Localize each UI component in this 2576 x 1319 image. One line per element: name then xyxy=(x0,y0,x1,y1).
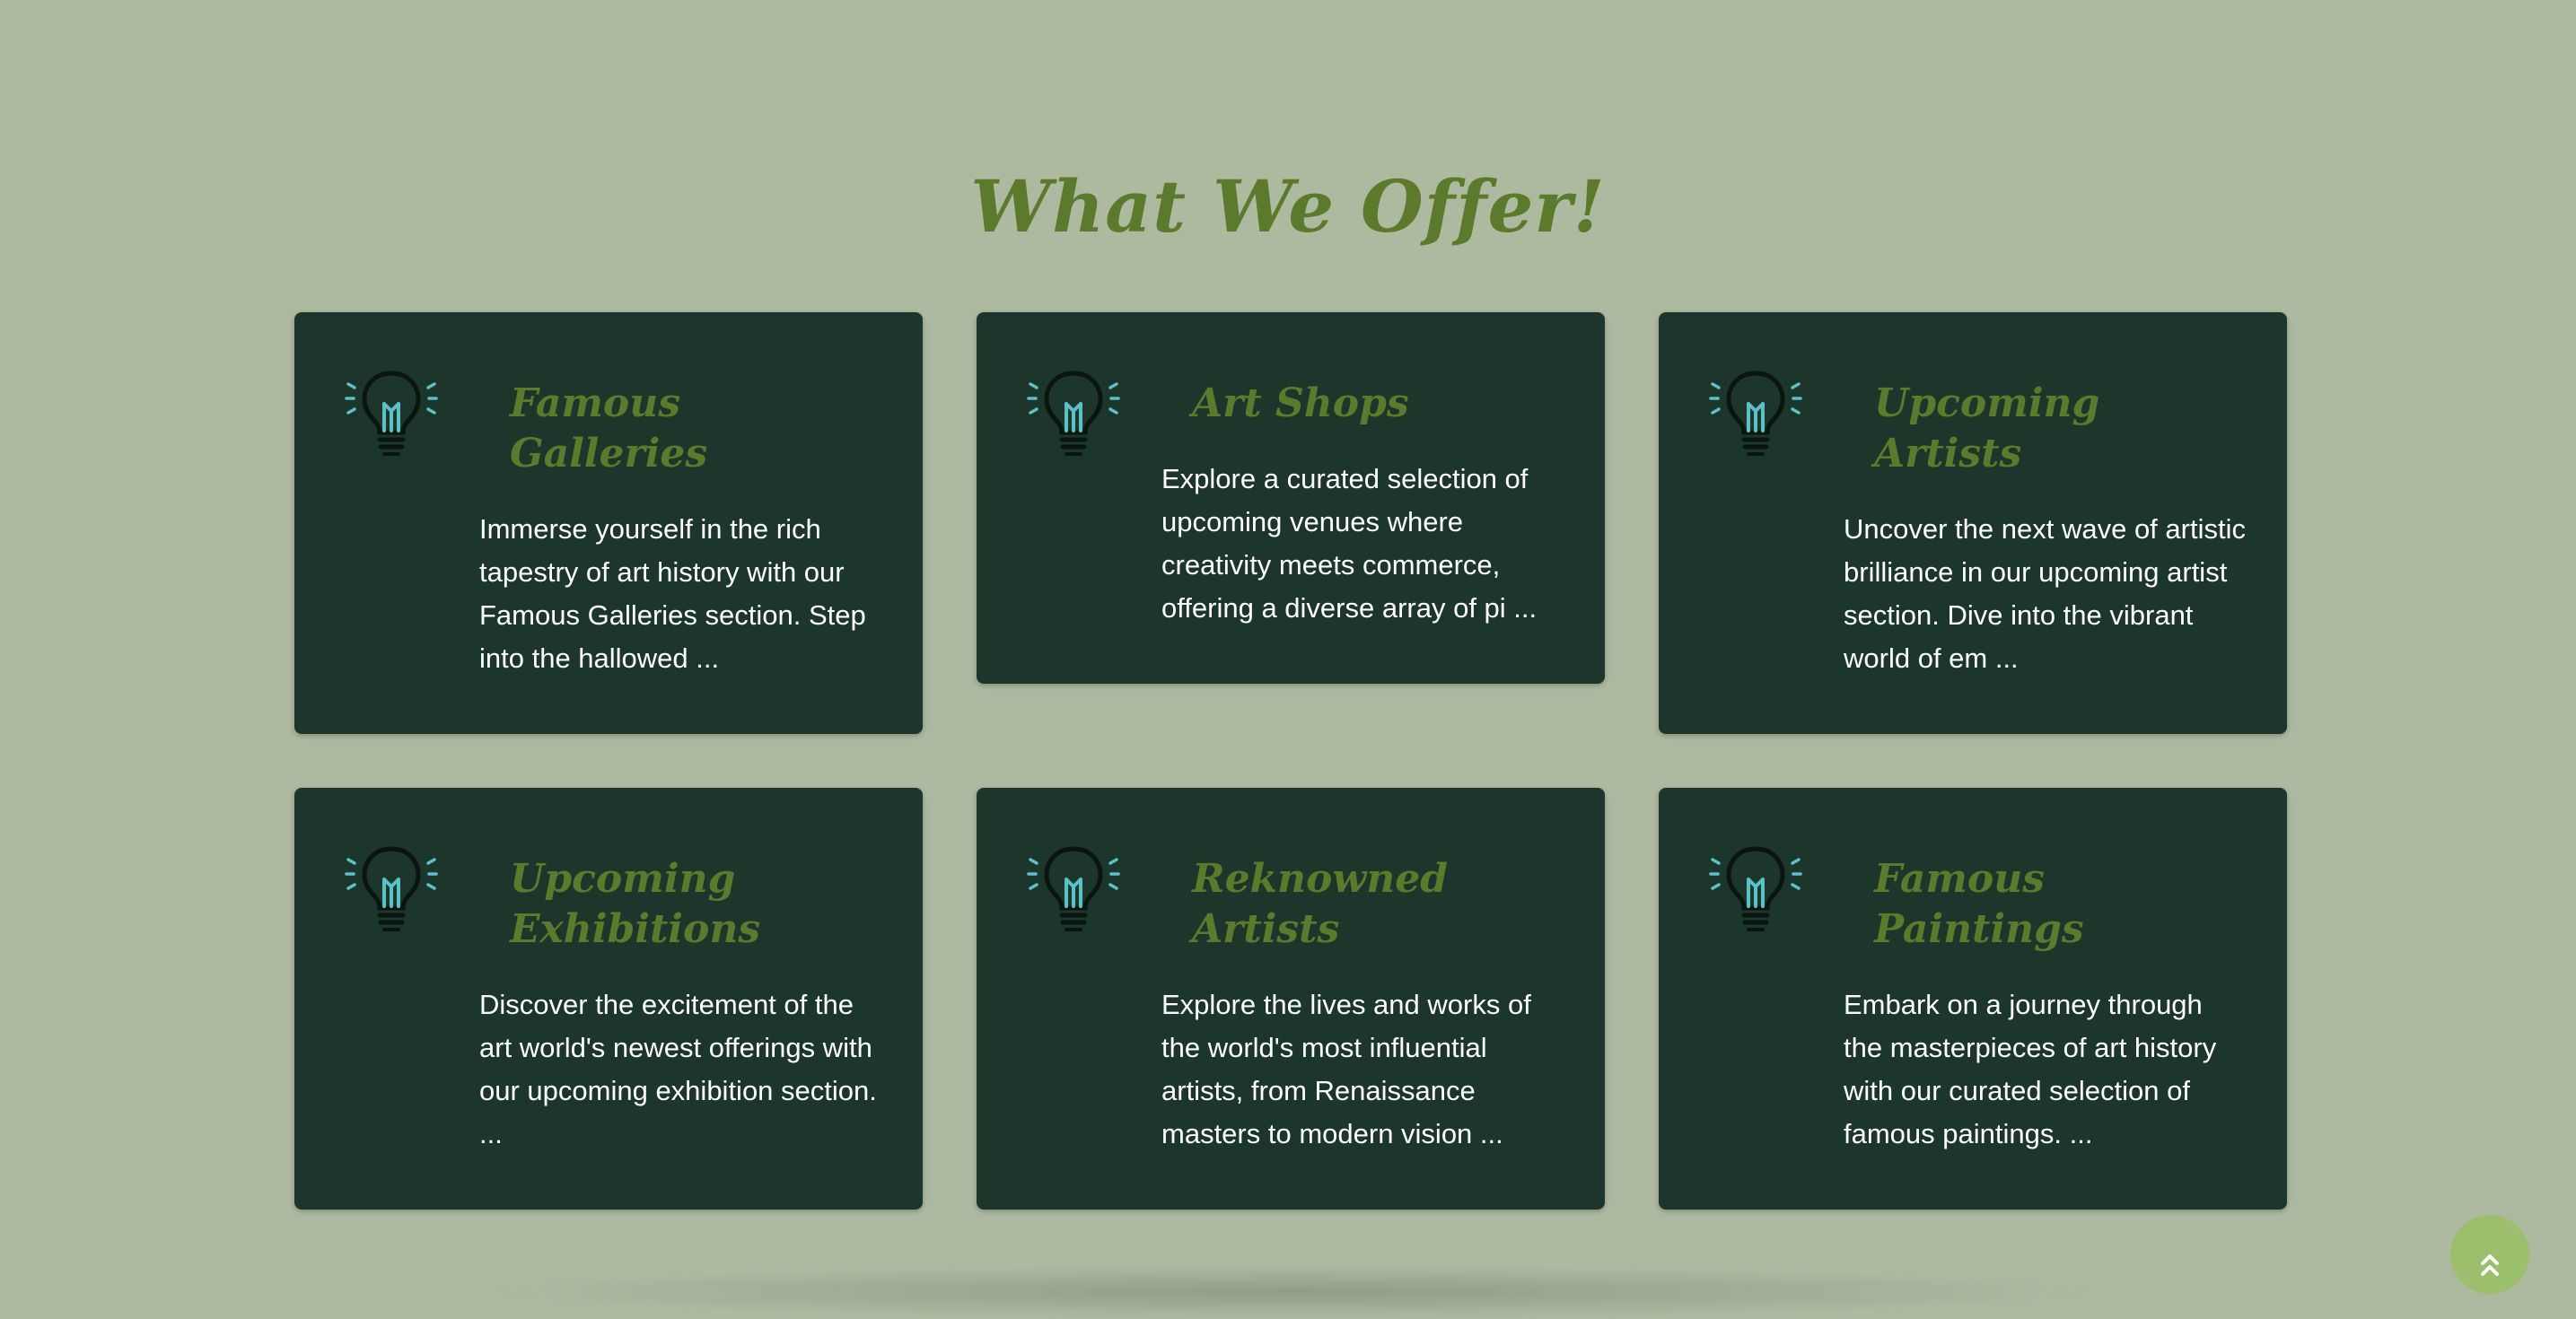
offer-card-famous-galleries[interactable]: Famous Galleries Immerse yourself in the… xyxy=(294,312,923,734)
lightbulb-icon xyxy=(1709,363,1802,456)
lightbulb-icon xyxy=(1027,838,1120,931)
card-title: Upcoming Exhibitions xyxy=(510,856,761,952)
card-title: Upcoming Artists xyxy=(1874,380,2100,476)
card-title: Art Shops xyxy=(1192,380,1409,426)
card-description: Uncover the next wave of artistic brilli… xyxy=(1844,513,2246,674)
card-description: Immerse yourself in the rich tapestry of… xyxy=(479,513,866,674)
card-description: Discover the excitement of the art world… xyxy=(479,989,877,1149)
section-title: What We Offer! xyxy=(970,164,1606,249)
offer-card-famous-paintings[interactable]: Famous Paintings Embark on a journey thr… xyxy=(1659,788,2287,1210)
lightbulb-icon xyxy=(345,838,438,931)
lightbulb-icon xyxy=(1709,838,1802,931)
offer-card-reknowned-artists[interactable]: Reknowned Artists Explore the lives and … xyxy=(977,788,1605,1210)
footer-shadow xyxy=(467,1265,2118,1319)
offer-card-upcoming-artists[interactable]: Upcoming Artists Uncover the next wave o… xyxy=(1659,312,2287,734)
card-description: Embark on a journey through the masterpi… xyxy=(1844,989,2217,1149)
card-title: Famous Paintings xyxy=(1874,856,2084,952)
double-chevron-up-icon xyxy=(2481,1254,2499,1276)
card-description: Explore a curated selection of upcoming … xyxy=(1161,463,1538,624)
card-title: Famous Galleries xyxy=(510,380,708,476)
offer-card-upcoming-exhibitions[interactable]: Upcoming Exhibitions Discover the excite… xyxy=(294,788,923,1210)
scroll-to-top-button[interactable] xyxy=(2450,1215,2529,1294)
lightbulb-icon xyxy=(345,363,438,456)
lightbulb-icon xyxy=(1027,363,1120,456)
offer-card-art-shops[interactable]: Art Shops Explore a curated selection of… xyxy=(977,312,1605,684)
card-description: Explore the lives and works of the world… xyxy=(1161,989,1531,1149)
card-title: Reknowned Artists xyxy=(1192,856,1449,952)
